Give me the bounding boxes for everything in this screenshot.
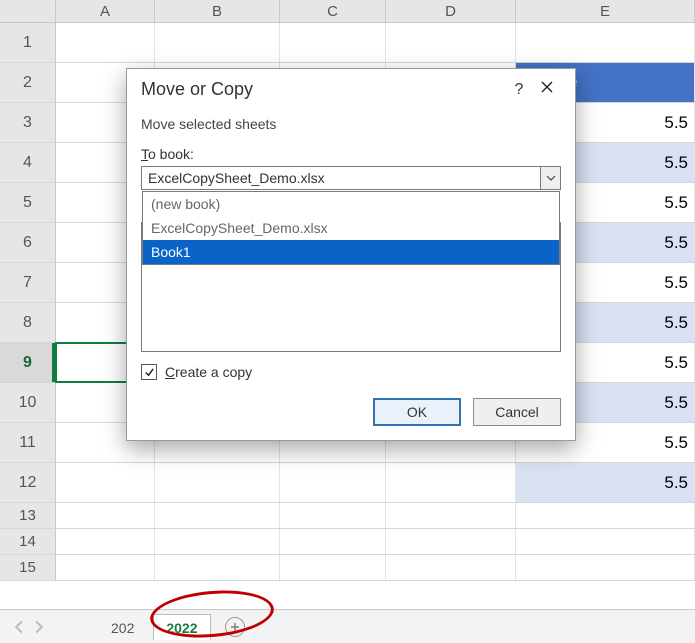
sheet-tab-strip: 202 2022	[0, 609, 695, 643]
cell[interactable]	[386, 555, 516, 580]
row-header[interactable]: 1	[0, 23, 56, 62]
row-header[interactable]: 6	[0, 223, 56, 262]
row-header[interactable]: 12	[0, 463, 56, 502]
row-header[interactable]: 3	[0, 103, 56, 142]
row-header[interactable]: 5	[0, 183, 56, 222]
row: 15	[0, 555, 695, 581]
cell[interactable]	[386, 463, 516, 502]
cell[interactable]	[56, 503, 155, 528]
cell[interactable]	[155, 23, 280, 62]
row: 13	[0, 503, 695, 529]
cell[interactable]	[155, 529, 280, 554]
row: 12 5.5	[0, 463, 695, 503]
cell[interactable]	[56, 529, 155, 554]
row-header[interactable]: 2	[0, 63, 56, 102]
chevron-down-icon[interactable]	[540, 167, 560, 189]
help-button[interactable]: ?	[505, 81, 533, 99]
column-header[interactable]: B	[155, 0, 280, 22]
cell[interactable]	[386, 529, 516, 554]
to-book-combobox[interactable]: ExcelCopySheet_Demo.xlsx (new book) Exce…	[141, 166, 561, 190]
close-button[interactable]	[533, 80, 561, 99]
create-copy-label: Create a copy	[165, 364, 252, 380]
row: 14	[0, 529, 695, 555]
sheet-tab[interactable]: 202	[98, 614, 147, 640]
row-header[interactable]: 7	[0, 263, 56, 302]
dropdown-item-selected[interactable]: Book1	[143, 240, 559, 264]
column-header[interactable]: D	[386, 0, 516, 22]
dropdown-item[interactable]: (new book)	[143, 192, 559, 216]
cell[interactable]	[516, 529, 695, 554]
cancel-button[interactable]: Cancel	[473, 398, 561, 426]
cell[interactable]	[280, 503, 386, 528]
row: 1	[0, 23, 695, 63]
select-all-corner[interactable]	[0, 0, 56, 22]
sheet-tab-active[interactable]: 2022	[153, 614, 210, 640]
cell[interactable]	[386, 503, 516, 528]
cell[interactable]	[155, 555, 280, 580]
cell[interactable]	[516, 555, 695, 580]
row-header[interactable]: 8	[0, 303, 56, 342]
column-header[interactable]: C	[280, 0, 386, 22]
cell[interactable]	[155, 463, 280, 502]
next-sheet-icon[interactable]	[32, 620, 46, 634]
cell[interactable]	[56, 23, 155, 62]
row-header[interactable]: 10	[0, 383, 56, 422]
ok-button[interactable]: OK	[373, 398, 461, 426]
row-header[interactable]: 4	[0, 143, 56, 182]
row-header[interactable]: 13	[0, 503, 56, 528]
dialog-subtitle: Move selected sheets	[141, 116, 561, 132]
move-or-copy-dialog: Move or Copy ? Move selected sheets To b…	[126, 68, 576, 441]
cell[interactable]: 5.5	[516, 463, 695, 502]
row-header[interactable]: 9	[0, 343, 56, 382]
cell[interactable]	[280, 23, 386, 62]
dropdown-item[interactable]: ExcelCopySheet_Demo.xlsx	[143, 216, 559, 240]
cell[interactable]	[516, 503, 695, 528]
dialog-title: Move or Copy	[141, 79, 253, 100]
cell[interactable]	[280, 555, 386, 580]
cell[interactable]	[56, 463, 155, 502]
to-book-label: To book:	[141, 146, 561, 162]
row-header[interactable]: 11	[0, 423, 56, 462]
prev-sheet-icon[interactable]	[12, 620, 26, 634]
cell[interactable]	[280, 463, 386, 502]
column-header[interactable]: E	[516, 0, 695, 22]
create-copy-checkbox[interactable]	[141, 364, 157, 380]
to-book-value: ExcelCopySheet_Demo.xlsx	[148, 170, 325, 186]
column-header[interactable]: A	[56, 0, 155, 22]
add-sheet-button[interactable]	[225, 617, 245, 637]
dialog-titlebar[interactable]: Move or Copy ?	[127, 69, 575, 106]
cell[interactable]	[155, 503, 280, 528]
column-header-row: A B C D E	[0, 0, 695, 23]
cell[interactable]	[516, 23, 695, 62]
cell[interactable]	[386, 23, 516, 62]
row-header[interactable]: 14	[0, 529, 56, 554]
cell-value: 5.5	[516, 463, 694, 502]
to-book-dropdown: (new book) ExcelCopySheet_Demo.xlsx Book…	[142, 191, 560, 265]
cell[interactable]	[280, 529, 386, 554]
row-header[interactable]: 15	[0, 555, 56, 580]
cell[interactable]	[56, 555, 155, 580]
